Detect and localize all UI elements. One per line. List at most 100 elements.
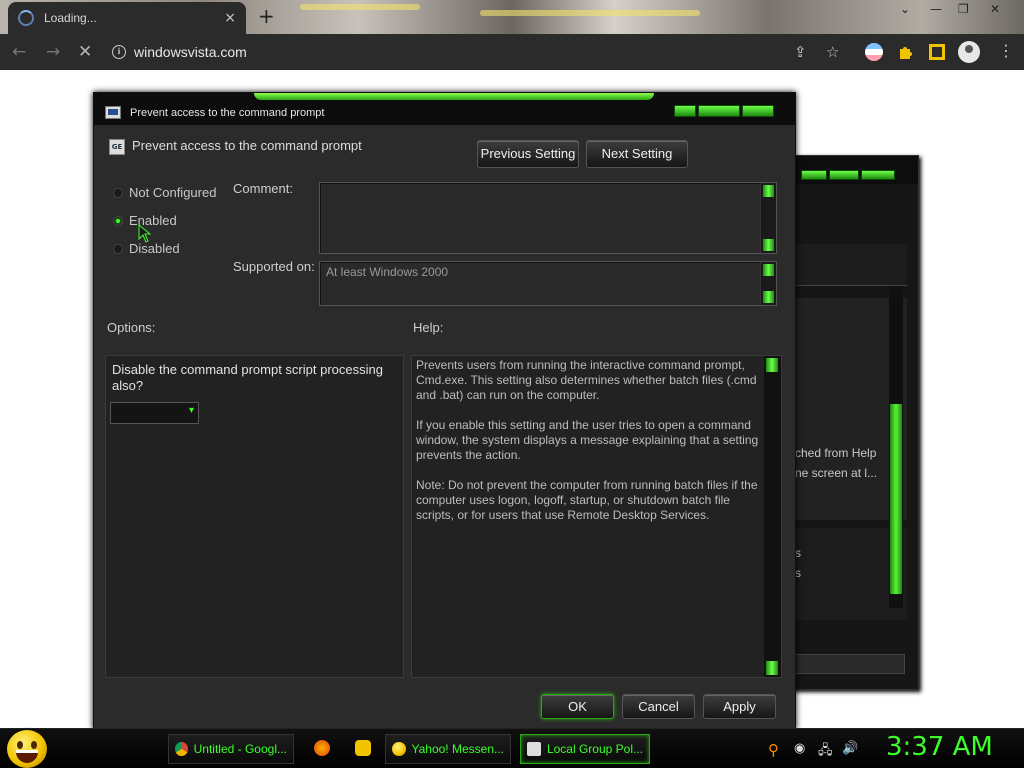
option-dropdown[interactable] [110, 402, 199, 424]
radio-label: Disabled [129, 241, 180, 256]
tab-close-icon[interactable]: × [224, 10, 236, 26]
ok-button[interactable]: OK [541, 694, 614, 719]
background-scroll-thumb[interactable] [890, 404, 902, 594]
scroll-down-icon[interactable] [766, 661, 778, 675]
supported-on-label: Supported on: [233, 259, 315, 274]
extension-flag-icon[interactable] [865, 43, 883, 61]
policy-document-icon [527, 742, 541, 756]
taskbar-item-label: Untitled - Googl... [193, 742, 287, 756]
options-pane: Disable the command prompt script proces… [105, 355, 404, 678]
browser-menu-icon[interactable]: ⋮ [998, 41, 1014, 60]
maximize-control-icon[interactable] [698, 105, 740, 117]
background-scrollbar[interactable] [889, 286, 903, 608]
taskbar-item-label: Yahoo! Messen... [411, 742, 505, 756]
options-label: Options: [107, 320, 156, 335]
minimize-control-icon[interactable] [801, 170, 827, 180]
volume-icon[interactable]: 🔊 [842, 741, 858, 756]
previous-setting-button[interactable]: Previous Setting [477, 140, 579, 168]
taskbar-clock[interactable]: 3:37 AM [886, 732, 993, 762]
setting-icon: GE [109, 139, 125, 155]
policy-window-icon [105, 106, 121, 119]
wallpaper-streak [480, 10, 700, 16]
setting-title: Prevent access to the command prompt [132, 138, 362, 153]
site-info-icon[interactable]: i [112, 45, 126, 59]
taskbar-item-chrome[interactable]: Untitled - Googl... [168, 734, 294, 764]
search-icon[interactable]: ⚲ [768, 741, 779, 759]
help-label: Help: [413, 320, 444, 335]
browser-tab-active[interactable]: Loading... × [8, 2, 246, 34]
maximize-control-icon[interactable] [829, 170, 859, 180]
tab-title: Loading... [44, 11, 97, 25]
chrome-icon [175, 742, 188, 756]
tab-search-icon[interactable]: ⌄ [900, 2, 910, 16]
help-pane: Prevents users from running the interact… [411, 355, 782, 678]
comment-field[interactable] [319, 182, 777, 254]
browser-toolbar: ← → ✕ i windowsvista.com ⇪ ☆ ⋮ [0, 34, 1024, 70]
comment-label: Comment: [233, 181, 293, 196]
scroll-up-icon[interactable] [766, 358, 778, 372]
firefox-icon[interactable] [314, 740, 330, 756]
background-dialog-footer [793, 654, 905, 674]
scroll-up-icon[interactable] [763, 264, 774, 276]
titlebar-glow [254, 93, 654, 100]
messenger-icon [392, 742, 406, 756]
browser-tabstrip: Loading... × + ⌄ — ❐ ✕ [0, 0, 1024, 34]
forward-button[interactable]: → [46, 42, 60, 62]
restore-button[interactable]: ❐ [958, 2, 969, 16]
supported-on-field: At least Windows 2000 [319, 261, 777, 306]
minimize-button[interactable]: — [930, 2, 942, 16]
background-text: ched from Help [795, 446, 877, 460]
apply-button[interactable]: Apply [703, 694, 776, 719]
radio-button[interactable] [113, 187, 123, 198]
close-control-icon[interactable] [742, 105, 774, 117]
scroll-up-icon[interactable] [763, 185, 774, 197]
help-paragraph: If you enable this setting and the user … [416, 418, 759, 462]
wallpaper-streak [300, 4, 420, 10]
minimize-control-icon[interactable] [674, 105, 696, 117]
help-paragraph: Prevents users from running the interact… [416, 358, 757, 402]
stop-button[interactable]: ✕ [78, 42, 92, 62]
background-text: ne screen at l... [795, 466, 878, 480]
bookmark-star-icon[interactable]: ☆ [826, 43, 839, 61]
share-icon[interactable]: ⇪ [794, 43, 807, 61]
radio-label: Not Configured [129, 185, 217, 200]
close-window-button[interactable]: ✕ [990, 2, 1000, 16]
mouse-cursor-icon [138, 224, 152, 243]
help-scrollbar[interactable] [764, 356, 781, 677]
start-button[interactable] [7, 730, 47, 768]
extensions-puzzle-icon[interactable] [897, 43, 915, 61]
supported-scrollbar[interactable] [760, 262, 776, 305]
option-question: Disable the command prompt script proces… [112, 362, 383, 393]
radio-button[interactable] [113, 243, 123, 254]
background-dialog: ched from Help ne screen at l... s s [792, 155, 919, 690]
help-paragraph: Note: Do not prevent the computer from r… [416, 478, 758, 522]
taskbar: Untitled - Googl... Yahoo! Messen... Loc… [0, 728, 1024, 768]
folder-icon[interactable] [355, 740, 371, 756]
loading-spinner-icon [18, 10, 34, 26]
new-tab-button[interactable]: + [258, 4, 275, 28]
profile-avatar-icon[interactable] [958, 41, 980, 63]
policy-setting-dialog: Prevent access to the command prompt GE … [93, 92, 796, 730]
scroll-down-icon[interactable] [763, 291, 774, 303]
next-setting-button[interactable]: Next Setting [586, 140, 688, 168]
taskbar-item-group-policy[interactable]: Local Group Pol... [520, 734, 650, 764]
scroll-down-icon[interactable] [763, 239, 774, 251]
comment-scrollbar[interactable] [760, 183, 776, 253]
supported-on-value: At least Windows 2000 [326, 265, 449, 279]
back-button[interactable]: ← [12, 42, 26, 62]
taskbar-item-messenger[interactable]: Yahoo! Messen... [385, 734, 511, 764]
taskbar-item-label: Local Group Pol... [546, 742, 643, 756]
address-bar[interactable]: i windowsvista.com [112, 40, 852, 64]
network-icon[interactable]: 🖧 [818, 741, 833, 763]
cancel-button[interactable]: Cancel [622, 694, 695, 719]
help-text: Prevents users from running the interact… [416, 358, 764, 538]
url-text[interactable]: windowsvista.com [134, 44, 247, 60]
dialog-titlebar: Prevent access to the command prompt [94, 93, 795, 125]
sidepanel-icon[interactable] [929, 44, 945, 60]
radio-not-configured[interactable]: Not Configured [113, 185, 216, 200]
messenger-tray-icon[interactable]: ◉ [794, 741, 805, 756]
dialog-window-title: Prevent access to the command prompt [130, 107, 325, 119]
radio-button[interactable] [113, 215, 123, 226]
close-control-icon[interactable] [861, 170, 895, 180]
background-dialog-header [793, 244, 907, 286]
